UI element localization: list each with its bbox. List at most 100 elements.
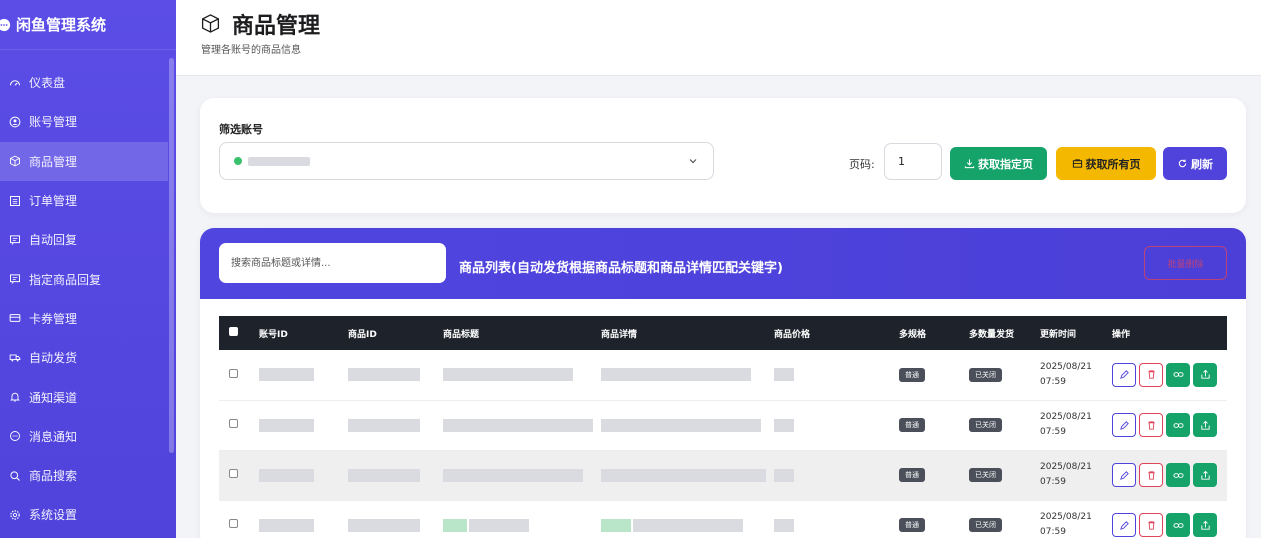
row-checkbox[interactable] xyxy=(229,519,238,528)
list-header: 商品列表(自动发货根据商品标题和商品详情匹配关键字) 批量删除 xyxy=(200,228,1246,299)
row-actions xyxy=(1112,362,1227,387)
refresh-label: 刷新 xyxy=(1191,157,1213,171)
batch-delete-button[interactable]: 批量删除 xyxy=(1144,246,1227,280)
sidebar-item-products[interactable]: 商品管理 xyxy=(0,141,168,181)
refresh-button[interactable]: 刷新 xyxy=(1163,147,1227,180)
redacted-text xyxy=(774,518,794,532)
sidebar-item-dashboard[interactable]: 仪表盘 xyxy=(0,63,168,102)
account-name-redacted xyxy=(248,156,310,166)
redacted-text xyxy=(259,518,314,532)
truck-icon xyxy=(8,351,21,364)
share-button[interactable] xyxy=(1193,513,1217,537)
sidebar-item-label: 卡券管理 xyxy=(29,311,78,326)
download-icon xyxy=(964,158,975,169)
search-icon xyxy=(8,469,21,482)
product-list-card: 商品列表(自动发货根据商品标题和商品详情匹配关键字) 批量删除 账号ID 商品I… xyxy=(200,228,1246,538)
redacted-text xyxy=(774,418,794,432)
link-button[interactable] xyxy=(1166,513,1190,537)
delete-button[interactable] xyxy=(1139,463,1163,487)
share-button[interactable] xyxy=(1193,463,1217,487)
message-icon xyxy=(8,273,21,286)
delete-button[interactable] xyxy=(1139,413,1163,437)
sidebar-item-label: 指定商品回复 xyxy=(29,272,102,287)
account-select[interactable] xyxy=(219,142,714,180)
app-title: 闲鱼管理系统 xyxy=(16,16,107,34)
status-dot xyxy=(234,157,242,165)
chat-icon xyxy=(8,430,21,443)
updated-time: 2025/08/21 07:59 xyxy=(1040,462,1092,487)
redacted-text xyxy=(259,468,314,482)
redacted-text xyxy=(443,518,467,532)
sidebar-item-label: 账号管理 xyxy=(29,115,78,130)
trash-icon xyxy=(1147,470,1155,480)
select-all-checkbox[interactable] xyxy=(229,327,238,336)
sidebar-item-auto-ship[interactable]: 自动发货 xyxy=(0,338,168,377)
link-icon xyxy=(1172,472,1184,478)
redacted-text xyxy=(469,518,529,532)
box-icon xyxy=(200,13,222,35)
upload-icon xyxy=(1200,420,1210,430)
redacted-text xyxy=(259,368,314,382)
fetch-all-button[interactable]: 获取所有页 xyxy=(1056,147,1156,180)
edit-button[interactable] xyxy=(1112,413,1136,437)
sidebar-item-auto-reply[interactable]: 自动回复 xyxy=(0,220,168,259)
col-spec: 多规格 xyxy=(899,316,969,350)
redacted-text xyxy=(601,518,631,532)
redacted-text xyxy=(259,418,314,432)
sidebar-item-cards[interactable]: 卡券管理 xyxy=(0,299,168,338)
chevron-down-icon xyxy=(689,159,697,164)
user-circle-icon xyxy=(8,115,21,128)
redacted-text xyxy=(601,418,761,432)
redacted-text xyxy=(443,368,573,382)
sidebar-item-label: 自动回复 xyxy=(29,233,78,248)
sidebar-item-orders[interactable]: 订单管理 xyxy=(0,181,168,220)
updated-time: 2025/08/21 07:59 xyxy=(1040,512,1092,537)
delete-button[interactable] xyxy=(1139,362,1163,387)
row-checkbox[interactable] xyxy=(229,368,238,378)
delete-button[interactable] xyxy=(1139,513,1163,537)
folder-icon xyxy=(1072,158,1083,169)
sidebar-item-message-notify[interactable]: 消息通知 xyxy=(0,417,168,456)
sidebar-item-settings[interactable]: 系统设置 xyxy=(0,495,168,534)
message-icon xyxy=(8,233,21,246)
sidebar-nav: 仪表盘 账号管理 商品管理 订单管理 自动回复 指定商品回复 卡券管理 自动发货… xyxy=(0,63,168,535)
multi-qty-tag: 已关闭 xyxy=(969,468,1002,482)
col-account-id: 账号ID xyxy=(259,316,348,350)
table-row: 普通 已关闭 2025/08/21 07:59 xyxy=(219,500,1227,538)
share-button[interactable] xyxy=(1193,413,1217,437)
edit-button[interactable] xyxy=(1112,362,1136,387)
page-number-input[interactable] xyxy=(884,143,942,180)
list-icon xyxy=(8,194,21,207)
list-title: 商品列表(自动发货根据商品标题和商品详情匹配关键字) xyxy=(459,261,783,276)
row-checkbox[interactable] xyxy=(229,419,238,428)
trash-icon xyxy=(1147,370,1155,379)
edit-button[interactable] xyxy=(1112,463,1136,487)
upload-icon xyxy=(1200,520,1210,530)
page-title-text: 商品管理 xyxy=(232,14,321,39)
sidebar-item-accounts[interactable]: 账号管理 xyxy=(0,102,168,141)
gear-icon xyxy=(8,508,21,521)
fetch-all-label: 获取所有页 xyxy=(1085,157,1141,171)
share-button[interactable] xyxy=(1193,362,1217,387)
product-search-input[interactable] xyxy=(219,243,446,283)
link-button[interactable] xyxy=(1166,413,1190,437)
redacted-text xyxy=(774,368,794,382)
sidebar-item-item-reply[interactable]: 指定商品回复 xyxy=(0,259,168,298)
sidebar-item-notify-channels[interactable]: 通知渠道 xyxy=(0,377,168,416)
row-actions xyxy=(1112,513,1227,537)
fetch-page-button[interactable]: 获取指定页 xyxy=(950,147,1047,180)
edit-button[interactable] xyxy=(1112,513,1136,537)
link-button[interactable] xyxy=(1166,362,1190,387)
col-detail: 商品详情 xyxy=(601,316,774,350)
card-icon xyxy=(8,312,21,325)
pencil-icon xyxy=(1119,470,1129,480)
sidebar-scrollbar[interactable] xyxy=(169,58,174,453)
sidebar-item-product-search[interactable]: 商品搜索 xyxy=(0,456,168,495)
fetch-page-label: 获取指定页 xyxy=(978,157,1033,171)
box-icon xyxy=(8,155,21,168)
col-title: 商品标题 xyxy=(443,316,601,350)
col-updated: 更新时间 xyxy=(1040,316,1112,350)
multi-qty-tag: 已关闭 xyxy=(969,367,1002,382)
row-checkbox[interactable] xyxy=(229,469,238,478)
link-button[interactable] xyxy=(1166,463,1190,487)
